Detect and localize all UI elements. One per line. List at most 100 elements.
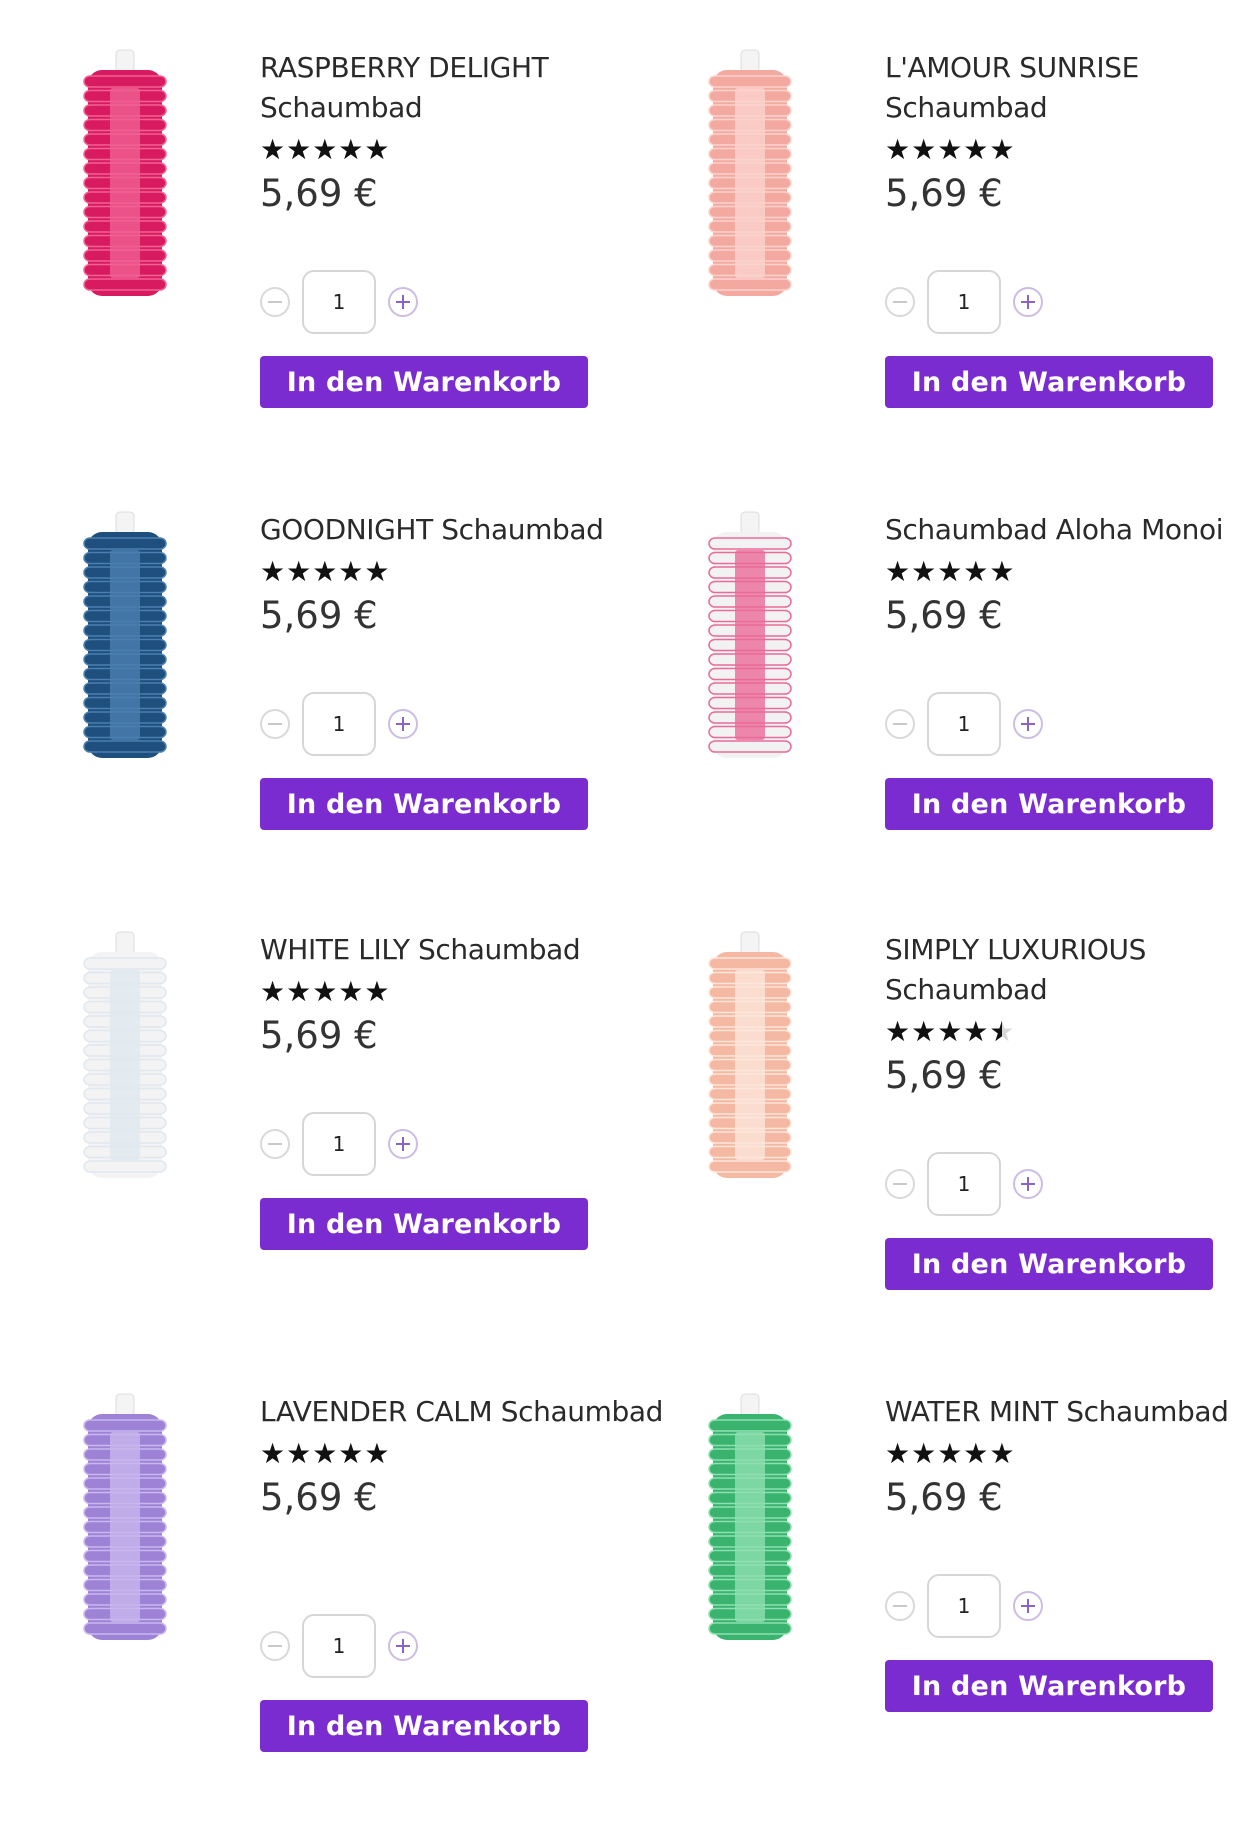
- quantity-input[interactable]: [927, 270, 1001, 334]
- add-to-cart-button[interactable]: In den Warenkorb: [260, 1700, 588, 1752]
- product-name[interactable]: GOODNIGHT Schaumbad: [260, 510, 680, 550]
- stars-filled: ★★★★★: [260, 555, 391, 588]
- quantity-input[interactable]: [927, 1574, 1001, 1638]
- quantity-stepper: [885, 270, 1043, 334]
- bottle-ridge: [83, 1160, 167, 1173]
- bottle-ridge: [83, 278, 167, 291]
- plus-circle-icon[interactable]: [1013, 287, 1043, 317]
- bottle-label: [110, 550, 140, 740]
- quantity-input[interactable]: [302, 1614, 376, 1678]
- bottle-ridge: [708, 537, 792, 550]
- bottle-ridge: [83, 1622, 167, 1635]
- product-image[interactable]: [80, 48, 170, 298]
- product-name[interactable]: L'AMOUR SUNRISE Schaumbad: [885, 48, 1250, 128]
- bottle-graphic: [83, 511, 167, 758]
- product-name[interactable]: LAVENDER CALM Schaumbad: [260, 1392, 680, 1432]
- product-image[interactable]: [705, 1392, 795, 1642]
- plus-circle-icon[interactable]: [1013, 709, 1043, 739]
- plus-circle-icon[interactable]: [388, 709, 418, 739]
- product-name[interactable]: SIMPLY LUXURIOUS Schaumbad: [885, 930, 1250, 1010]
- bottle-label: [110, 1432, 140, 1622]
- bottle-graphic: [83, 49, 167, 296]
- plus-circle-icon[interactable]: [388, 287, 418, 317]
- bottle-cap: [115, 931, 135, 955]
- add-to-cart-button[interactable]: In den Warenkorb: [885, 356, 1213, 408]
- add-to-cart-button[interactable]: In den Warenkorb: [260, 778, 588, 830]
- add-to-cart-button[interactable]: In den Warenkorb: [885, 778, 1213, 830]
- product-image[interactable]: [705, 510, 795, 760]
- product-name[interactable]: Schaumbad Aloha Monoi: [885, 510, 1250, 550]
- minus-circle-icon[interactable]: [885, 1591, 915, 1621]
- quantity-input[interactable]: [927, 692, 1001, 756]
- minus-circle-icon[interactable]: [260, 287, 290, 317]
- quantity-input[interactable]: [302, 1112, 376, 1176]
- quantity-input[interactable]: [302, 692, 376, 756]
- quantity-stepper: [885, 692, 1043, 756]
- bottle-label: [110, 970, 140, 1160]
- product-card-lamour-sunrise: L'AMOUR SUNRISE Schaumbad ★★★★★ ★★★★★ 5,6…: [705, 48, 1250, 488]
- minus-circle-icon[interactable]: [260, 709, 290, 739]
- bottle-ridge: [708, 740, 792, 753]
- add-to-cart-button[interactable]: In den Warenkorb: [885, 1238, 1213, 1290]
- plus-circle-icon[interactable]: [1013, 1169, 1043, 1199]
- bottle-ridge: [708, 957, 792, 970]
- star-rating: ★★★★★★★★★★: [885, 1436, 1250, 1472]
- add-to-cart-button[interactable]: In den Warenkorb: [885, 1660, 1213, 1712]
- bottle-cap: [740, 1393, 760, 1417]
- product-price: 5,69 €: [885, 594, 1003, 637]
- bottle-graphic: [708, 931, 792, 1178]
- bottle-ridge: [708, 1160, 792, 1173]
- bottle-label: [735, 1432, 765, 1622]
- bottle-cap: [740, 511, 760, 535]
- product-name[interactable]: WATER MINT Schaumbad: [885, 1392, 1250, 1432]
- plus-circle-icon[interactable]: [388, 1631, 418, 1661]
- product-price: 5,69 €: [260, 1476, 378, 1519]
- product-price: 5,69 €: [885, 172, 1003, 215]
- product-image[interactable]: [80, 1392, 170, 1642]
- bottle-cap: [115, 511, 135, 535]
- add-to-cart-button[interactable]: In den Warenkorb: [260, 356, 588, 408]
- plus-circle-icon[interactable]: [388, 1129, 418, 1159]
- plus-circle-icon[interactable]: [1013, 1591, 1043, 1621]
- product-image[interactable]: [80, 930, 170, 1180]
- product-name[interactable]: RASPBERRY DELIGHT Schaumbad: [260, 48, 680, 128]
- product-image[interactable]: [80, 510, 170, 760]
- bottle-label: [735, 550, 765, 740]
- add-to-cart-button[interactable]: In den Warenkorb: [260, 1198, 588, 1250]
- product-card-aloha-monoi: Schaumbad Aloha Monoi ★★★★★ ★★★★★ 5,69 € …: [705, 510, 1250, 950]
- product-price: 5,69 €: [260, 172, 378, 215]
- minus-circle-icon[interactable]: [885, 709, 915, 739]
- product-name[interactable]: WHITE LILY Schaumbad: [260, 930, 680, 970]
- product-card-simply-luxurious: SIMPLY LUXURIOUS Schaumbad ★★★★★★★★★★ 5,…: [705, 930, 1250, 1370]
- bottle-graphic: [708, 1393, 792, 1640]
- stars-filled: ★★★★★: [260, 975, 391, 1008]
- quantity-stepper: [260, 270, 418, 334]
- bottle-ridge: [708, 278, 792, 291]
- bottle-graphic: [708, 49, 792, 296]
- stars-filled: ★★★★★: [885, 133, 1016, 166]
- star-rating: ★★★★★★★★★★: [260, 554, 680, 590]
- minus-circle-icon[interactable]: [260, 1631, 290, 1661]
- quantity-input[interactable]: [302, 270, 376, 334]
- bottle-ridge: [83, 957, 167, 970]
- bottle-ridge: [83, 740, 167, 753]
- bottle-graphic: [83, 1393, 167, 1640]
- product-card-lavender-calm: LAVENDER CALM Schaumbad ★★★★★ ★★★★★ 5,69 …: [80, 1392, 680, 1832]
- bottle-graphic: [708, 511, 792, 758]
- bottle-ridge: [708, 1622, 792, 1635]
- product-card-raspberry-delight: RASPBERRY DELIGHT Schaumbad ★★★★★ ★★★★★ 5…: [80, 48, 680, 488]
- stars-filled: ★★★★★: [885, 1437, 1016, 1470]
- quantity-stepper: [260, 692, 418, 756]
- minus-circle-icon[interactable]: [885, 1169, 915, 1199]
- minus-circle-icon[interactable]: [260, 1129, 290, 1159]
- bottle-ridge: [83, 1419, 167, 1432]
- product-image[interactable]: [705, 48, 795, 298]
- quantity-input[interactable]: [927, 1152, 1001, 1216]
- bottle-graphic: [83, 931, 167, 1178]
- bottle-cap: [740, 49, 760, 73]
- product-image[interactable]: [705, 930, 795, 1180]
- minus-circle-icon[interactable]: [885, 287, 915, 317]
- product-card-goodnight: GOODNIGHT Schaumbad ★★★★★★★★★★ 5,69 € In…: [80, 510, 680, 950]
- bottle-ridge: [708, 75, 792, 88]
- product-price: 5,69 €: [885, 1054, 1003, 1097]
